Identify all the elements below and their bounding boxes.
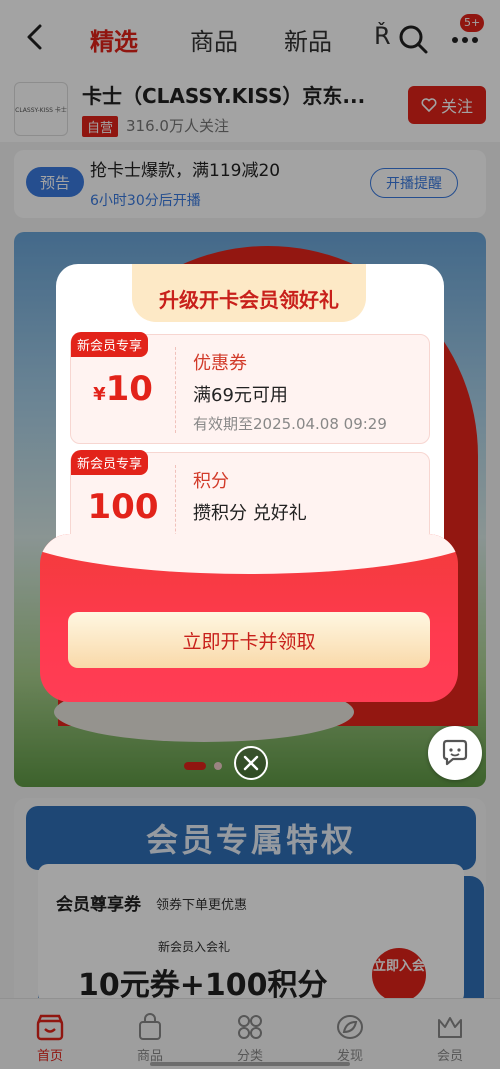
- coupon-divider: [175, 347, 176, 433]
- close-icon: [243, 755, 259, 771]
- new-member-tag: 新会员专享: [71, 332, 149, 357]
- points-amount: 100: [71, 487, 175, 527]
- coupon-card: 新会员专享 ¥10 优惠券 满69元可用 有效期至2025.04.08 09:2…: [70, 332, 430, 444]
- coupon-validity: 有效期至2025.04.08 09:29: [193, 415, 387, 433]
- member-gift-popup: 升级开卡会员领好礼 新会员专享 ¥10 优惠券 满69元可用 有效期至2025.…: [40, 264, 458, 702]
- new-member-tag: 新会员专享: [71, 450, 149, 475]
- points-type: 积分: [193, 471, 229, 492]
- coupon-amount: ¥10: [71, 369, 175, 409]
- popup-title: 升级开卡会员领好礼: [159, 288, 339, 312]
- currency-symbol: ¥: [93, 384, 106, 405]
- coupon-condition: 满69元可用: [193, 385, 288, 406]
- points-value: 100: [87, 487, 159, 527]
- popup-close-button[interactable]: [234, 746, 268, 780]
- chat-icon: [442, 739, 468, 766]
- popup-footer: 立即开卡并领取: [40, 534, 458, 702]
- coupon-value: 10: [105, 369, 153, 409]
- customer-service-button[interactable]: [428, 726, 482, 780]
- open-card-claim-button[interactable]: 立即开卡并领取: [68, 612, 430, 668]
- popup-footer-curve: [40, 534, 458, 574]
- coupon-type: 优惠券: [193, 353, 247, 374]
- points-description: 攒积分 兑好礼: [193, 503, 307, 524]
